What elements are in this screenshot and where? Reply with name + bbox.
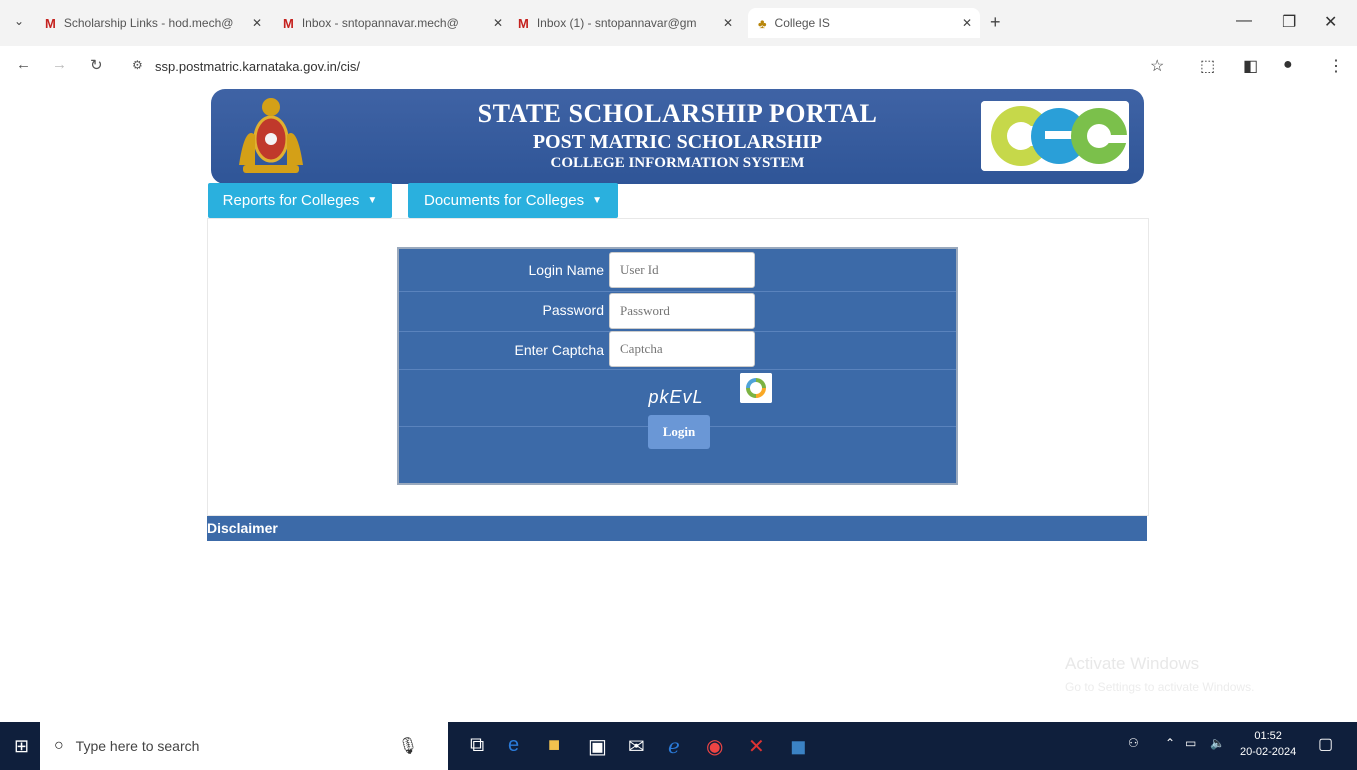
- disclaimer-bar: Disclaimer: [207, 516, 1147, 541]
- reload-icon[interactable]: ↻: [90, 56, 103, 74]
- gmail-icon: M: [45, 15, 56, 31]
- activate-windows-hint: Go to Settings to activate Windows.: [1065, 680, 1255, 694]
- store-icon[interactable]: ▣: [588, 734, 607, 759]
- volume-icon[interactable]: 🔈: [1210, 736, 1225, 750]
- forward-icon[interactable]: →: [52, 56, 67, 73]
- edge-legacy-icon[interactable]: e: [508, 734, 519, 757]
- captcha-input[interactable]: [609, 331, 755, 367]
- documents-for-colleges-button[interactable]: Documents for Colleges ▼: [408, 183, 618, 218]
- login-name-row: Login Name: [399, 249, 956, 292]
- restore-icon[interactable]: ❐: [1282, 12, 1296, 32]
- taskbar-search-box[interactable]: ○ Type here to search 🎙: [40, 722, 448, 770]
- clock-time: 01:52: [1254, 730, 1282, 742]
- ceg-logo-icon: [981, 101, 1129, 171]
- minimize-icon[interactable]: —: [1236, 12, 1252, 30]
- browser-tab-strip: ⌄ M Scholarship Links - hod.mech@ ✕ M In…: [0, 0, 1357, 46]
- back-icon[interactable]: ←: [16, 56, 31, 73]
- people-icon[interactable]: ⚇: [1128, 736, 1139, 750]
- tray-chevron-up-icon[interactable]: ⌃: [1165, 736, 1175, 750]
- portal-banner: STATE SCHOLARSHIP PORTAL POST MATRIC SCH…: [211, 89, 1144, 184]
- acrobat-icon[interactable]: ✕: [748, 734, 765, 759]
- more-menu-icon[interactable]: ⋮: [1328, 56, 1344, 76]
- close-tab-icon[interactable]: ✕: [252, 16, 262, 30]
- tab-inbox-personal[interactable]: M Inbox (1) - sntopannavar@gm ✕: [518, 8, 741, 38]
- password-input[interactable]: [609, 293, 755, 329]
- caret-down-icon: ▼: [367, 195, 378, 206]
- profile-avatar-icon[interactable]: ●: [1283, 56, 1293, 74]
- clock-date: 20-02-2024: [1240, 746, 1297, 758]
- site-info-icon[interactable]: ⚙: [132, 58, 143, 72]
- taskbar-clock[interactable]: 01:52 20-02-2024: [1240, 728, 1296, 760]
- windows-taskbar: ⊞ ○ Type here to search 🎙 ⧉ e ■ ▣ ✉ ℯ ◉ …: [0, 722, 1357, 770]
- reports-for-colleges-button[interactable]: Reports for Colleges ▼: [208, 183, 392, 218]
- tab-scholarship-links[interactable]: M Scholarship Links - hod.mech@ ✕: [45, 8, 270, 38]
- new-tab-icon[interactable]: +: [990, 12, 1001, 33]
- mail-icon[interactable]: ✉: [628, 734, 645, 759]
- close-tab-icon[interactable]: ✕: [962, 16, 972, 30]
- captcha-label: Enter Captcha: [514, 342, 605, 358]
- login-name-input[interactable]: [609, 252, 755, 288]
- address-bar: ← → ↻ ⚙ ssp.postmatric.karnataka.gov.in/…: [0, 46, 1357, 88]
- windows-start-icon[interactable]: ⊞: [14, 736, 29, 757]
- outlook-icon[interactable]: ◼: [790, 734, 807, 759]
- captcha-image: pkEvL: [617, 381, 735, 413]
- chrome-icon[interactable]: ◉: [706, 734, 723, 759]
- extensions-icon[interactable]: ⬚: [1200, 56, 1215, 76]
- url-field[interactable]: ssp.postmatric.karnataka.gov.in/cis/: [155, 59, 360, 74]
- tab-inbox-mech[interactable]: M Inbox - sntopannavar.mech@ ✕: [283, 8, 511, 38]
- captcha-row: Enter Captcha: [399, 331, 956, 370]
- tab-search-chevron-icon[interactable]: ⌄: [14, 14, 24, 28]
- search-placeholder: Type here to search: [75, 738, 200, 754]
- password-label: Password: [542, 302, 604, 318]
- tab-college-is[interactable]: ♣ College IS ✕: [748, 8, 980, 38]
- login-form: Login Name Password Enter Captcha pkEvL …: [397, 247, 958, 485]
- file-explorer-icon[interactable]: ■: [548, 734, 560, 757]
- task-view-icon[interactable]: ⧉: [470, 734, 484, 757]
- login-button[interactable]: Login: [648, 415, 710, 449]
- close-tab-icon[interactable]: ✕: [723, 16, 733, 30]
- window-close-icon[interactable]: ✕: [1324, 12, 1337, 32]
- microphone-icon[interactable]: 🎙: [398, 736, 418, 756]
- internet-explorer-icon[interactable]: ℯ: [668, 734, 680, 759]
- gmail-icon: M: [283, 15, 294, 31]
- login-name-label: Login Name: [528, 262, 605, 278]
- caret-down-icon: ▼: [592, 195, 602, 206]
- refresh-captcha-icon[interactable]: [740, 373, 772, 403]
- activate-windows-watermark: Activate Windows: [1065, 654, 1200, 673]
- search-circle-icon: ○: [54, 737, 64, 754]
- close-tab-icon[interactable]: ✕: [493, 16, 503, 30]
- notification-center-icon[interactable]: ▢: [1318, 734, 1333, 754]
- side-panel-icon[interactable]: ◧: [1243, 56, 1258, 76]
- gmail-icon: M: [518, 15, 529, 31]
- bookmark-star-icon[interactable]: ☆: [1150, 56, 1164, 76]
- network-icon[interactable]: ▭: [1185, 736, 1196, 750]
- emblem-icon: ♣: [758, 15, 767, 31]
- password-row: Password: [399, 291, 956, 332]
